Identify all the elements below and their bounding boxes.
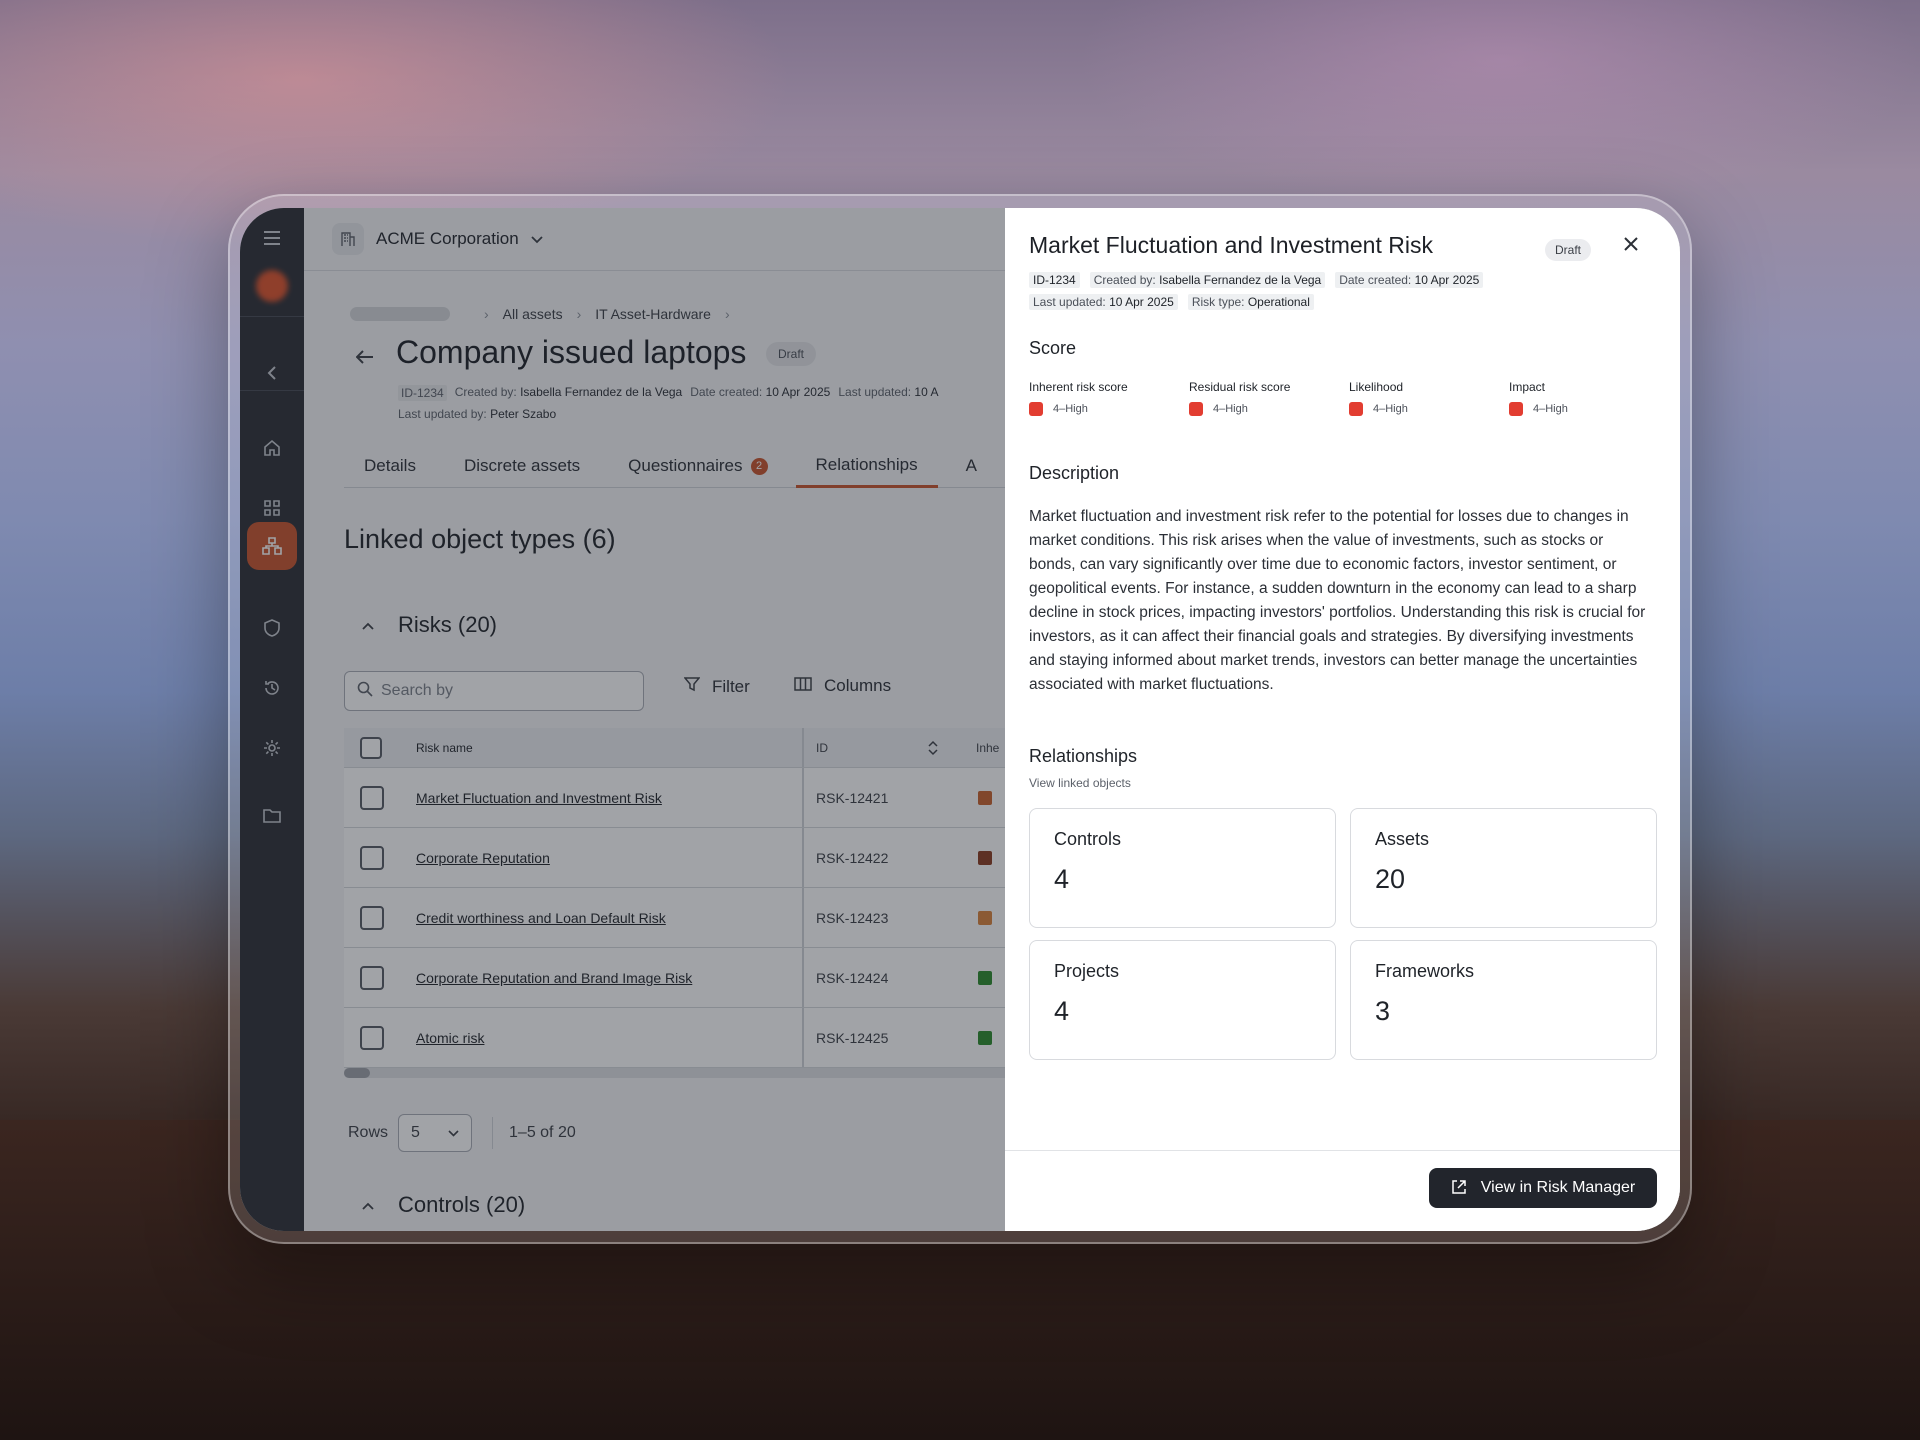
description-text: Market fluctuation and investment risk r… (1029, 508, 1646, 693)
close-icon[interactable] (1623, 232, 1639, 258)
panel-title: Market Fluctuation and Investment Risk (1029, 232, 1433, 258)
score-swatch (1029, 402, 1043, 416)
score-inherent: Inherent risk score 4–High (1029, 380, 1128, 416)
score-swatch (1189, 402, 1203, 416)
score-grid: Inherent risk score 4–High Residual risk… (1029, 380, 1669, 416)
risk-detail-panel: Market Fluctuation and Investment Risk D… (1005, 208, 1680, 1231)
card-projects[interactable]: Projects 4 (1029, 940, 1336, 1060)
status-badge: Draft (1545, 239, 1592, 261)
external-link-icon (1451, 1179, 1467, 1198)
score-likelihood: Likelihood 4–High (1349, 380, 1408, 416)
panel-footer-divider (1005, 1150, 1680, 1151)
panel-meta-row: ID-1234 Created by: Isabella Fernandez d… (1029, 272, 1484, 288)
score-residual: Residual risk score 4–High (1189, 380, 1291, 416)
score-heading: Score (1029, 338, 1077, 358)
meta-id: ID-1234 (1029, 272, 1080, 288)
score-impact: Impact 4–High (1509, 380, 1568, 416)
card-controls[interactable]: Controls 4 (1029, 808, 1336, 928)
score-swatch (1349, 402, 1363, 416)
view-in-risk-manager-button[interactable]: View in Risk Manager (1429, 1168, 1657, 1208)
score-swatch (1509, 402, 1523, 416)
relationship-cards: Controls 4 Assets 20 Projects 4 Framewor… (1029, 808, 1657, 1060)
description-heading: Description (1029, 463, 1120, 483)
app-window: ACME Corporation › All assets › IT Asset… (240, 208, 1680, 1231)
relationships-subtitle: View linked objects (1029, 776, 1131, 790)
panel-meta-row: Last updated: 10 Apr 2025 Risk type: Ope… (1029, 294, 1314, 310)
card-assets[interactable]: Assets 20 (1350, 808, 1657, 928)
relationships-heading: Relationships (1029, 746, 1138, 766)
card-frameworks[interactable]: Frameworks 3 (1350, 940, 1657, 1060)
